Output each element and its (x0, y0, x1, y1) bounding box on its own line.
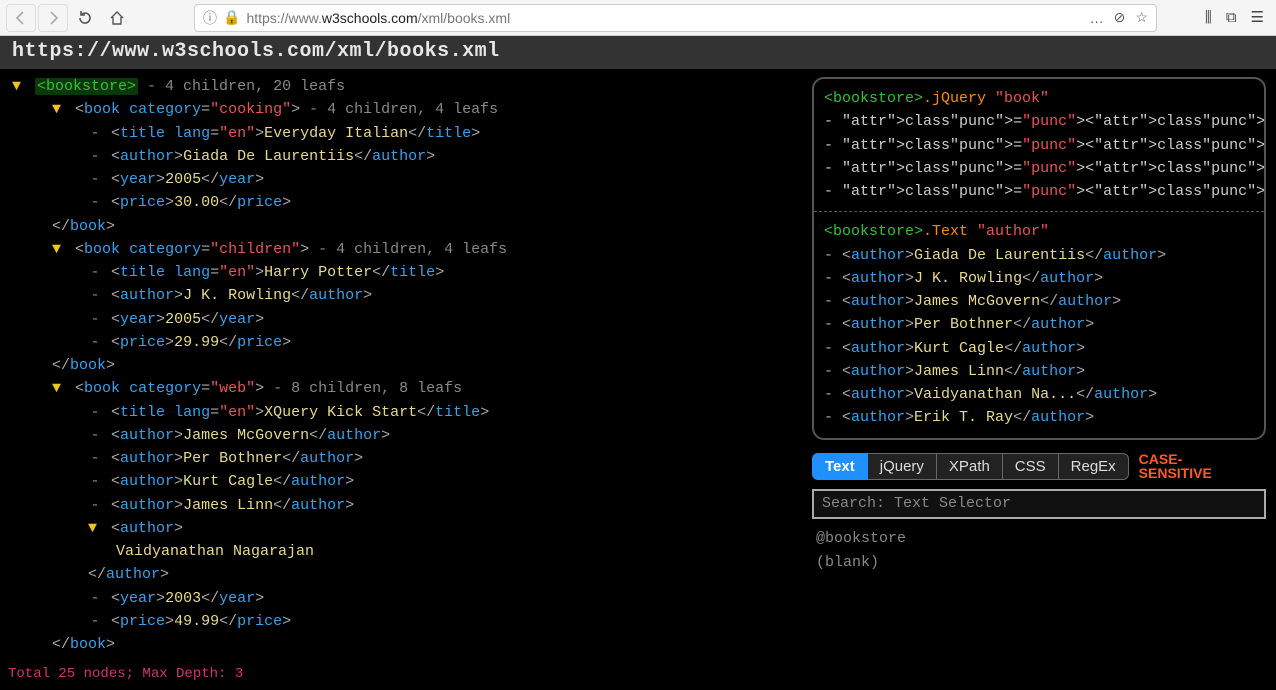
leaf-node[interactable]: - <price>49.99</price> (12, 610, 792, 633)
collapse-icon[interactable]: ▼ (12, 75, 26, 98)
history-item[interactable]: @bookstore (816, 527, 1266, 551)
browser-toolbar: ⓘ 🔒 https://www.w3schools.com/xml/books.… (0, 0, 1276, 36)
expand-icon[interactable]: - (88, 261, 102, 284)
expand-icon[interactable]: - (88, 470, 102, 493)
expand-icon[interactable]: - (88, 168, 102, 191)
result-item: - "attr">class"punc">="punc"><"attr">cla… (824, 134, 1254, 157)
page-title: https://www.w3schools.com/xml/books.xml (0, 36, 1276, 69)
result-header: <bookstore>.Text "author" (824, 220, 1254, 243)
page-actions-icon[interactable]: … (1090, 10, 1104, 26)
tab-xpath[interactable]: XPath (937, 453, 1003, 480)
result-header: <bookstore>.jQuery "book" (824, 87, 1254, 110)
node-meta: - 4 children, 4 leafs (309, 241, 507, 258)
expand-icon[interactable]: - (88, 610, 102, 633)
url-text: https://www.w3schools.com/xml/books.xml (246, 10, 510, 26)
result-item: - <author>James Linn</author> (824, 360, 1254, 383)
sidebar-icon[interactable]: ⧉ (1226, 9, 1237, 27)
nav-home-button[interactable] (102, 4, 132, 32)
url-bar[interactable]: ⓘ 🔒 https://www.w3schools.com/xml/books.… (194, 4, 1157, 32)
leaf-value: Vaidyanathan Nagarajan (12, 540, 792, 563)
leaf-node[interactable]: - <author>Per Bothner</author> (12, 447, 792, 470)
collapse-icon[interactable]: ▼ (88, 517, 102, 540)
close-tag: </author> (12, 563, 792, 586)
tab-css[interactable]: CSS (1003, 453, 1059, 480)
node-meta: - 4 children, 4 leafs (300, 101, 498, 118)
leaf-node[interactable]: - <title lang="en">XQuery Kick Start</ti… (12, 401, 792, 424)
leaf-node[interactable]: - <author>Giada De Laurentiis</author> (12, 145, 792, 168)
hamburger-menu-icon[interactable]: ☰ (1251, 8, 1264, 27)
result-item: - <author>Kurt Cagle</author> (824, 337, 1254, 360)
history-item[interactable]: (blank) (816, 551, 1266, 575)
leaf-node[interactable]: - <year>2005</year> (12, 308, 792, 331)
search-box[interactable] (812, 489, 1266, 519)
expand-icon[interactable]: - (88, 122, 102, 145)
expand-icon[interactable]: - (88, 308, 102, 331)
close-tag: </book> (12, 354, 792, 377)
node-meta: - 4 children, 20 leafs (138, 78, 345, 95)
expand-icon[interactable]: - (88, 447, 102, 470)
leaf-node[interactable]: - <price>29.99</price> (12, 331, 792, 354)
expand-icon[interactable]: - (88, 424, 102, 447)
selector-tabs: TextjQueryXPathCSSRegEx CASE-SENSITIVE (812, 452, 1266, 481)
leaf-node[interactable]: - <author>J K. Rowling</author> (12, 284, 792, 307)
collapse-icon[interactable]: ▼ (52, 377, 66, 400)
collapse-icon[interactable]: ▼ (52, 98, 66, 121)
expand-icon[interactable]: - (88, 145, 102, 168)
leaf-node[interactable]: ▼ <author> (12, 517, 792, 540)
xml-tree[interactable]: ▼ <bookstore> - 4 children, 20 leafs▼ <b… (0, 69, 800, 690)
nav-reload-button[interactable] (70, 4, 100, 32)
status-bar: Total 25 nodes; Max Depth: 3 (0, 662, 251, 690)
info-icon: ⓘ (203, 8, 217, 28)
history-list: @bookstore(blank) (812, 527, 1266, 575)
leaf-node[interactable]: - <title lang="en">Everyday Italian</tit… (12, 122, 792, 145)
result-item: - <author>Erik T. Ray</author> (824, 406, 1254, 429)
book-node[interactable]: ▼ <book category="web"> - 8 children, 8 … (12, 377, 792, 400)
tree-root[interactable]: ▼ <bookstore> - 4 children, 20 leafs (12, 75, 792, 98)
result-item: - "attr">class"punc">="punc"><"attr">cla… (824, 180, 1254, 203)
library-icon[interactable]: ⫼ (1205, 9, 1212, 27)
results-panel: <bookstore>.jQuery "book"- "attr">class"… (812, 77, 1266, 440)
result-item: - <author>J K. Rowling</author> (824, 267, 1254, 290)
case-sensitive-toggle[interactable]: CASE-SENSITIVE (1139, 452, 1212, 481)
result-item: - <author>Per Bothner</author> (824, 313, 1254, 336)
expand-icon[interactable]: - (88, 401, 102, 424)
expand-icon[interactable]: - (88, 191, 102, 214)
leaf-node[interactable]: - <author>Kurt Cagle</author> (12, 470, 792, 493)
collapse-icon[interactable]: ▼ (52, 238, 66, 261)
leaf-node[interactable]: - <year>2005</year> (12, 168, 792, 191)
expand-icon[interactable]: - (88, 284, 102, 307)
node-meta: - 8 children, 8 leafs (264, 380, 462, 397)
result-divider (814, 211, 1264, 212)
lock-icon: 🔒 (223, 9, 240, 26)
tab-text[interactable]: Text (812, 453, 868, 480)
nav-forward-button[interactable] (38, 4, 68, 32)
leaf-node[interactable]: - <author>James McGovern</author> (12, 424, 792, 447)
close-tag: </book> (12, 215, 792, 238)
search-input[interactable] (822, 495, 1256, 512)
leaf-node[interactable]: - <price>30.00</price> (12, 191, 792, 214)
bookmark-star-icon[interactable]: ☆ (1135, 9, 1148, 26)
nav-back-button[interactable] (6, 4, 36, 32)
result-item: - <author>James McGovern</author> (824, 290, 1254, 313)
leaf-node[interactable]: - <year>2003</year> (12, 587, 792, 610)
result-item: - "attr">class"punc">="punc"><"attr">cla… (824, 157, 1254, 180)
expand-icon[interactable]: - (88, 331, 102, 354)
expand-icon[interactable]: - (88, 587, 102, 610)
tab-regex[interactable]: RegEx (1059, 453, 1129, 480)
book-node[interactable]: ▼ <book category="children"> - 4 childre… (12, 238, 792, 261)
expand-icon[interactable]: - (88, 494, 102, 517)
root-tag: <bookstore> (35, 78, 138, 95)
result-item: - <author>Vaidyanathan Na...</author> (824, 383, 1254, 406)
result-item: - "attr">class"punc">="punc"><"attr">cla… (824, 110, 1254, 133)
result-item: - <author>Giada De Laurentiis</author> (824, 244, 1254, 267)
book-node[interactable]: ▼ <book category="cooking"> - 4 children… (12, 98, 792, 121)
leaf-node[interactable]: - <author>James Linn</author> (12, 494, 792, 517)
protection-icon[interactable]: ⊘ (1114, 9, 1126, 26)
leaf-node[interactable]: - <title lang="en">Harry Potter</title> (12, 261, 792, 284)
close-tag: </book> (12, 633, 792, 656)
tab-jquery[interactable]: jQuery (868, 453, 937, 480)
